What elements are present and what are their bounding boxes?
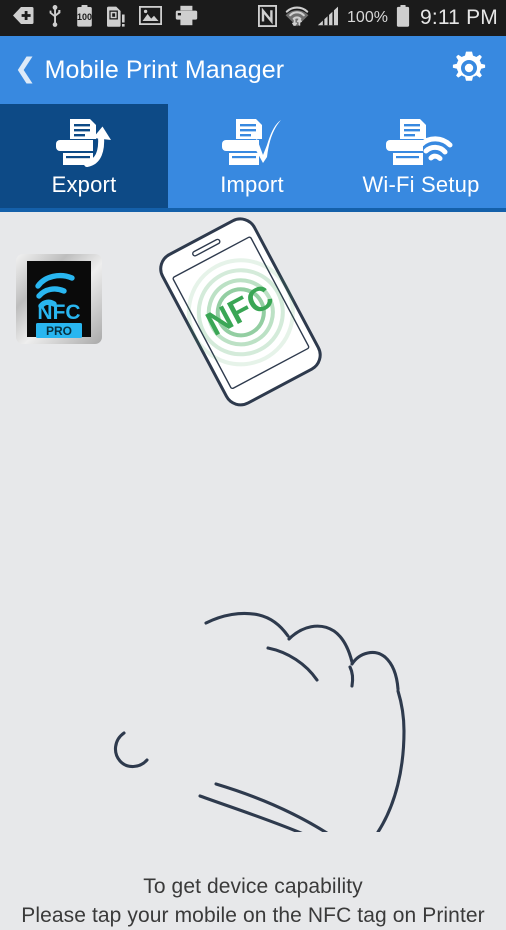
back-button[interactable]: ❮ [10,55,45,85]
main-content: NFC PRO NFC To get device capability Ple… [0,212,506,927]
nfc-pro-tag: NFC PRO [16,254,102,344]
printer-wifi-icon [385,117,457,169]
tab-import[interactable]: Import [168,104,336,208]
tab-bar: Export Import Wi-Fi Setup [0,104,506,212]
printer-export-icon [53,117,115,169]
nfc-tag-label: NFC [37,301,80,324]
back-arrow-tag-icon [12,6,34,30]
battery-status-icon [396,4,410,32]
tab-wifi-setup[interactable]: Wi-Fi Setup [336,104,506,208]
instruction-caption: To get device capability Please tap your… [0,872,506,930]
svg-text:100: 100 [77,12,92,22]
wifi-icon [285,5,309,32]
caption-line-1: To get device capability [143,875,363,898]
gear-icon [450,49,488,92]
printer-import-icon [221,117,283,169]
thumb-outline [114,731,149,769]
usb-icon [47,4,63,32]
cellular-signal-icon [317,6,339,31]
page-title: Mobile Print Manager [44,55,285,84]
battery-100-icon: 100 [76,4,93,32]
tab-export[interactable]: Export [0,104,168,208]
status-bar-right-icons: 100% 9:11 PM [257,4,498,32]
nfc-tag-badge: PRO [46,324,72,338]
image-icon [138,5,163,30]
caption-line-2: Please tap your mobile on the NFC tag on… [21,904,485,927]
nfc-icon [257,4,278,32]
printer-icon [175,5,198,31]
status-bar-left-icons: 100 [12,4,198,32]
nfc-tap-illustration: NFC PRO NFC [0,212,506,838]
settings-button[interactable] [450,49,488,92]
tab-import-label: Import [220,172,284,197]
app-header: ❮ Mobile Print Manager [0,36,506,104]
sd-card-alert-icon [106,5,126,32]
tab-export-label: Export [51,172,117,197]
tab-wifi-setup-label: Wi-Fi Setup [362,172,480,197]
status-bar: 100 100% 9:11 PM [0,0,506,36]
battery-percent-label: 100% [347,9,388,26]
hand-outline [198,611,406,838]
status-bar-clock: 9:11 PM [419,6,498,29]
